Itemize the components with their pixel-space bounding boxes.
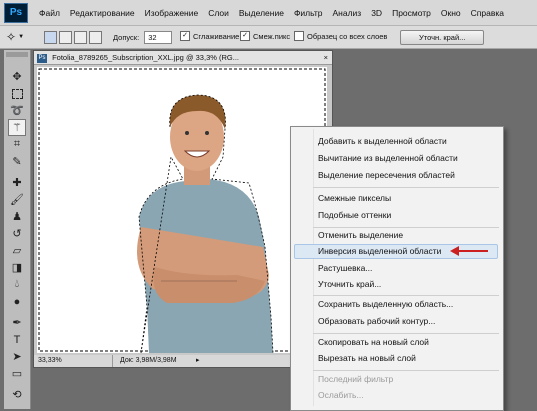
magic-wand-tool-icon[interactable]: ⚚ (8, 119, 26, 136)
add-to-selection-button[interactable] (59, 31, 72, 44)
status-menu-arrow-icon[interactable]: ▸ (196, 355, 200, 367)
menu-edit[interactable]: Редактирование (65, 8, 140, 18)
document-title: Fotolia_8789265_Subscription_XXL.jpg @ 3… (52, 53, 239, 62)
eyedropper-tool-icon[interactable]: ✎ (8, 153, 26, 170)
intersect-selection-button[interactable] (89, 31, 102, 44)
contiguous-checkbox[interactable]: ✓ (240, 31, 250, 41)
menu-item-layer-via-copy[interactable]: Скопировать на новый слой (318, 337, 429, 347)
subtract-from-selection-button[interactable] (74, 31, 87, 44)
status-divider (112, 355, 113, 367)
document-window: Ps Fotolia_8789265_Subscription_XXL.jpg … (33, 50, 333, 368)
blur-tool-icon[interactable]: 💧︎ (8, 276, 26, 293)
gradient-tool-icon[interactable]: ◨ (8, 259, 26, 276)
clone-stamp-tool-icon[interactable]: ♟ (8, 208, 26, 225)
sample-all-layers-checkbox[interactable] (294, 31, 304, 41)
menu-image[interactable]: Изображение (140, 8, 204, 18)
refine-edge-button[interactable]: Уточн. край... (400, 30, 485, 45)
menu-separator (313, 370, 499, 371)
menu-item-add-to-selection[interactable]: Добавить к выделенной области (318, 136, 447, 146)
document-ps-icon: Ps (37, 53, 47, 63)
marquee-tool-icon[interactable] (8, 85, 26, 102)
magic-wand-icon: ✧ (6, 30, 17, 44)
eraser-tool-icon[interactable]: ▱ (8, 242, 26, 259)
menu-item-subtract-from-selection[interactable]: Вычитание из выделенной области (318, 153, 458, 163)
menu-bar: Ps Файл Редактирование Изображение Слои … (0, 0, 537, 26)
menu-item-grow[interactable]: Смежные пикселы (318, 193, 391, 203)
sample-all-layers-control[interactable]: Образец со всех слоев (294, 31, 387, 41)
menu-gutter (313, 129, 314, 406)
antialias-label: Сглаживание (193, 31, 240, 41)
shape-tool-icon[interactable]: ▭ (8, 365, 26, 382)
menu-3d[interactable]: 3D (366, 8, 387, 18)
tool-preset-picker[interactable]: ✧ ▼ (6, 30, 24, 44)
menu-item-last-filter: Последний фильтр (318, 374, 394, 384)
contiguous-label: Смеж.пикс (253, 31, 291, 41)
selection-mode-group (44, 31, 104, 44)
sample-all-layers-label: Образец со всех слоев (307, 31, 388, 41)
context-menu: Добавить к выделенной области Вычитание … (290, 126, 504, 411)
brush-tool-icon[interactable]: 🖌︎ (8, 191, 26, 208)
menu-item-inverse-selection[interactable]: Инверсия выделенной области (318, 246, 441, 256)
move-tool-icon[interactable]: ✥ (8, 68, 26, 85)
menu-file[interactable]: Файл (34, 8, 65, 18)
menu-separator (313, 295, 499, 296)
toolbox-grip[interactable] (6, 52, 28, 57)
menu-filter[interactable]: Фильтр (289, 8, 328, 18)
antialias-control[interactable]: ✓ Сглаживание (180, 31, 239, 41)
menu-item-similar[interactable]: Подобные оттенки (318, 210, 391, 220)
menu-view[interactable]: Просмотр (387, 8, 436, 18)
menu-layer[interactable]: Слои (203, 8, 234, 18)
history-brush-tool-icon[interactable]: ↺ (8, 225, 26, 242)
chevron-down-icon: ▼ (18, 34, 25, 40)
menu-item-make-work-path[interactable]: Образовать рабочий контур... (318, 316, 435, 326)
contiguous-control[interactable]: ✓ Смеж.пикс (240, 31, 290, 41)
path-selection-tool-icon[interactable]: ➤ (8, 348, 26, 365)
options-bar: ✧ ▼ Допуск: 32 ✓ Сглаживание ✓ Смеж.пикс… (0, 26, 537, 49)
menu-separator (313, 333, 499, 334)
pen-tool-icon[interactable]: ✒ (8, 314, 26, 331)
tolerance-input[interactable]: 32 (144, 31, 173, 44)
menu-item-feather[interactable]: Растушевка... (318, 263, 372, 273)
dodge-tool-icon[interactable]: ● (8, 293, 26, 310)
antialias-checkbox[interactable]: ✓ (180, 31, 190, 41)
refine-edge-control: Уточн. край... (400, 30, 485, 45)
menu-item-fade: Ослабить... (318, 390, 364, 400)
document-tab[interactable]: Ps Fotolia_8789265_Subscription_XXL.jpg … (34, 51, 332, 65)
menu-item-refine-edge[interactable]: Уточнить край... (318, 279, 381, 289)
menu-item-layer-via-cut[interactable]: Вырезать на новый слой (318, 353, 416, 363)
3d-rotate-tool-icon[interactable]: ⟲ (8, 386, 26, 403)
menu-select[interactable]: Выделение (234, 8, 289, 18)
menu-item-deselect[interactable]: Отменить выделение (318, 230, 403, 240)
menu-separator (313, 227, 499, 228)
document-size: Док: 3,98M/3,98M (120, 357, 177, 364)
zoom-level[interactable]: 33,33% (38, 355, 62, 367)
image-canvas[interactable] (37, 67, 327, 353)
lasso-tool-icon[interactable]: ➰ (8, 102, 26, 119)
photoshop-logo: Ps (4, 2, 28, 23)
new-selection-button[interactable] (44, 31, 57, 44)
tolerance-label: Допуск: (113, 33, 140, 42)
photo-man (38, 68, 326, 353)
menu-analysis[interactable]: Анализ (328, 8, 367, 18)
close-icon[interactable]: × (324, 51, 328, 64)
tolerance-control: Допуск: 32 (113, 31, 173, 44)
toolbox: ✥ ➰ ⚚ ⌗ ✎ ✚ 🖌︎ ♟ ↺ ▱ ◨ 💧︎ ● ✒ T ➤ ▭ ⟲ (4, 50, 31, 409)
menu-help[interactable]: Справка (466, 8, 509, 18)
menu-item-intersect-selection[interactable]: Выделение пересечения областей (318, 170, 455, 180)
menu-separator (313, 187, 499, 188)
annotation-arrow-menu (450, 246, 488, 256)
crop-tool-icon[interactable]: ⌗ (8, 136, 26, 153)
menu-window[interactable]: Окно (436, 8, 466, 18)
healing-brush-tool-icon[interactable]: ✚ (8, 174, 26, 191)
menu-item-save-selection[interactable]: Сохранить выделенную область... (318, 299, 453, 309)
status-bar: 33,33% Док: 3,98M/3,98M ▸ (34, 355, 332, 367)
type-tool-icon[interactable]: T (8, 331, 26, 348)
